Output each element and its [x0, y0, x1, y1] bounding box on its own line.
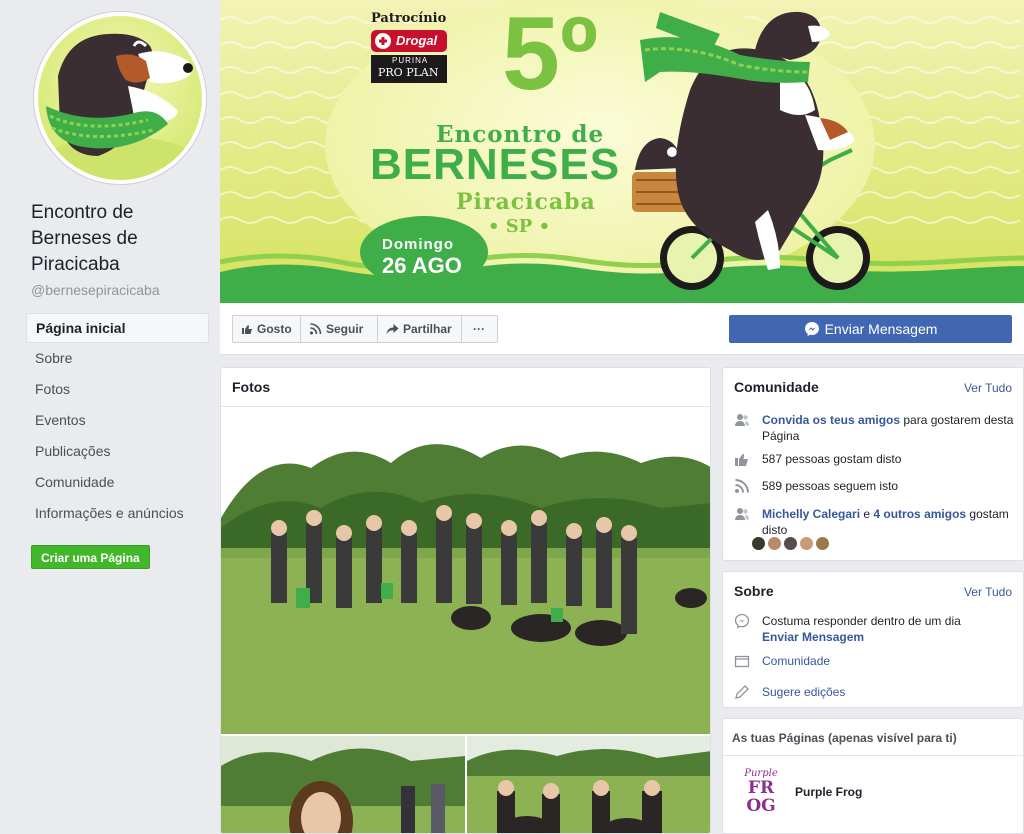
- friend-avatars: [751, 536, 831, 554]
- your-pages-card: As tuas Páginas (apenas visível para ti)…: [722, 718, 1024, 834]
- cover-date: 26 AGO: [382, 253, 462, 278]
- photos-card-title[interactable]: Fotos: [221, 368, 710, 407]
- messenger-icon: [734, 613, 750, 629]
- category-link[interactable]: Comunidade: [762, 653, 1014, 669]
- left-sidebar: Encontro de Berneses de Piracicaba @bern…: [0, 0, 220, 834]
- friend-avatar[interactable]: [783, 536, 798, 551]
- cover-day: Domingo: [382, 236, 454, 253]
- send-message-label: Enviar Mensagem: [824, 321, 938, 337]
- profile-picture-image: [38, 16, 202, 180]
- thumbs-up-icon: [735, 453, 748, 466]
- pencil-icon: [735, 685, 749, 699]
- thumbs-up-icon: [242, 325, 252, 334]
- like-button[interactable]: Gosto: [232, 315, 301, 343]
- photo-woman[interactable]: [221, 736, 465, 833]
- page-action-bar: Gosto Seguir Partilhar ··· Enviar Mensag…: [220, 303, 1024, 355]
- share-label: Partilhar: [403, 322, 452, 336]
- share-button[interactable]: Partilhar: [377, 315, 462, 343]
- cover-state: • SP •: [488, 216, 551, 237]
- friend-and-text: e: [860, 507, 874, 521]
- friend-avatar[interactable]: [799, 536, 814, 551]
- like-label: Gosto: [257, 322, 292, 336]
- photos-card: Fotos: [220, 367, 711, 834]
- about-card: Sobre Ver Tudo Costuma responder dentro …: [722, 571, 1024, 708]
- photo-people-dogs-image: [467, 736, 710, 833]
- community-see-all-link[interactable]: Ver Tudo: [964, 381, 1012, 395]
- about-send-message-link[interactable]: Enviar Mensagem: [762, 629, 1014, 645]
- nav-item-events[interactable]: Eventos: [26, 405, 209, 436]
- purple-frog-page-link[interactable]: Purple Frog: [795, 785, 862, 799]
- people-icon: [735, 414, 749, 426]
- response-time-text: Costuma responder dentro de um dia: [762, 614, 961, 628]
- community-card: Comunidade Ver Tudo Convida os teus amig…: [722, 367, 1024, 561]
- nav-item-community[interactable]: Comunidade: [26, 467, 209, 498]
- purple-frog-logo-text-mid: FR: [747, 778, 775, 798]
- send-message-button[interactable]: Enviar Mensagem: [729, 315, 1012, 343]
- sponsor-purina-top: PURINA: [392, 56, 429, 65]
- cover-art: [220, 0, 1024, 303]
- dog-illustration-icon: [40, 33, 200, 180]
- nav-item-about[interactable]: Sobre: [26, 343, 209, 374]
- your-pages-title: As tuas Páginas (apenas visível para ti): [732, 731, 957, 745]
- photo-group-dogs[interactable]: [221, 408, 710, 734]
- cover-edition: 5º: [502, 0, 598, 112]
- page-username[interactable]: @bernesepiracicaba: [31, 282, 160, 298]
- people-icon: [735, 508, 749, 520]
- profile-picture[interactable]: [34, 12, 206, 184]
- rss-icon: [735, 479, 749, 493]
- friend-avatar[interactable]: [815, 536, 830, 551]
- nav-item-posts[interactable]: Publicações: [26, 436, 209, 467]
- friend-avatar[interactable]: [751, 536, 766, 551]
- cover-photo[interactable]: Patrocínio Drogal PURINA PRO PLAN 5º Enc…: [220, 0, 1024, 303]
- purple-frog-logo[interactable]: Purple FR OG: [737, 769, 785, 817]
- rss-icon: [310, 323, 322, 335]
- cover-line-2: BERNESES: [370, 140, 621, 189]
- friend-avatar[interactable]: [767, 536, 782, 551]
- nav-item-info-ads[interactable]: Informações e anúncios: [26, 498, 209, 529]
- sponsor-drogal: Drogal: [396, 33, 438, 48]
- divider: [723, 755, 1023, 756]
- about-see-all-link[interactable]: Ver Tudo: [964, 585, 1012, 599]
- follow-label: Seguir: [326, 322, 364, 336]
- page-title: Encontro de Berneses de Piracicaba: [31, 202, 138, 275]
- folder-icon: [734, 655, 750, 668]
- nav-item-home[interactable]: Página inicial: [26, 313, 209, 343]
- sponsor-proplan: PRO PLAN: [378, 66, 439, 79]
- follows-count: 589 pessoas seguem isto: [762, 479, 899, 493]
- follow-button[interactable]: Seguir: [300, 315, 378, 343]
- page-nav: Página inicial Sobre Fotos Eventos Publi…: [26, 313, 209, 529]
- suggest-edits-link[interactable]: Sugere edições: [762, 684, 1014, 700]
- messenger-icon: [804, 322, 819, 336]
- friend-name-link[interactable]: Michelly Calegari: [762, 507, 860, 521]
- group-photo-image: [221, 408, 710, 734]
- likes-count: 587 pessoas gostam disto: [762, 452, 902, 466]
- more-options-button[interactable]: ···: [461, 315, 498, 343]
- photo-people-dogs[interactable]: [467, 736, 710, 833]
- cover-city: Piracicaba: [456, 189, 596, 215]
- other-friends-link[interactable]: 4 outros amigos: [873, 507, 966, 521]
- invite-friends-link[interactable]: Convida os teus amigos: [762, 413, 900, 427]
- purple-frog-logo-text-bottom: OG: [746, 796, 776, 816]
- nav-item-photos[interactable]: Fotos: [26, 374, 209, 405]
- create-page-button[interactable]: Criar uma Página: [31, 545, 150, 569]
- photo-woman-image: [221, 736, 465, 833]
- share-arrow-icon: [386, 324, 399, 334]
- community-title[interactable]: Comunidade: [734, 379, 819, 395]
- sponsor-label: Patrocínio: [371, 11, 447, 26]
- about-title[interactable]: Sobre: [734, 583, 774, 599]
